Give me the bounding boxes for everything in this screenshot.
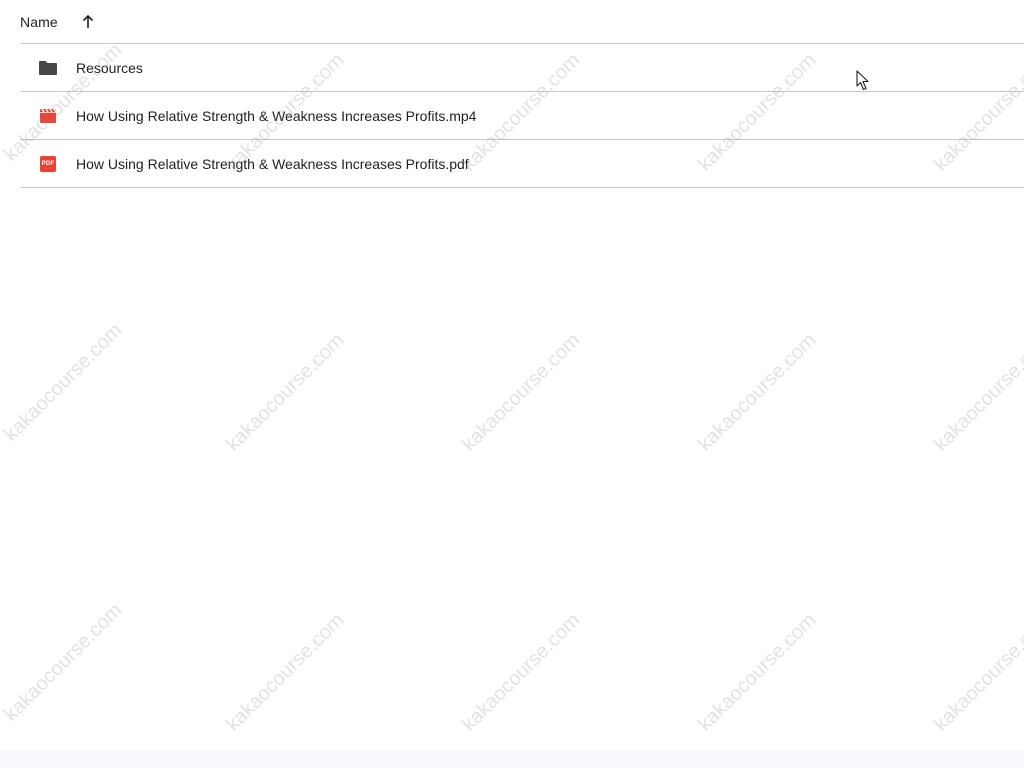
name-column-header[interactable]: Name [20,14,58,30]
watermark: kakaocourse.com [930,609,1024,736]
watermark: kakaocourse.com [694,609,821,736]
bottom-bar [0,750,1024,768]
watermark: kakaocourse.com [694,329,821,456]
pdf-badge: PDF [40,155,56,172]
file-list: Name Resources How Using Relative Streng… [20,0,1024,188]
watermark: kakaocourse.com [458,329,585,456]
video-file-icon [38,106,58,126]
drive-file-list-page: Name Resources How Using Relative Streng… [0,0,1024,768]
file-name: Resources [76,59,143,76]
file-row-mp4[interactable]: How Using Relative Strength & Weakness I… [20,92,1024,140]
watermark: kakaocourse.com [222,329,349,456]
watermark: kakaocourse.com [930,329,1024,456]
watermark: kakaocourse.com [222,609,349,736]
sort-direction-button[interactable] [76,10,100,34]
file-row-resources[interactable]: Resources [20,44,1024,92]
watermark: kakaocourse.com [0,599,127,726]
watermark: kakaocourse.com [0,319,127,446]
file-name: How Using Relative Strength & Weakness I… [76,107,477,124]
column-header-row: Name [20,0,1024,44]
arrow-up-icon [82,14,93,28]
watermark: kakaocourse.com [458,609,585,736]
folder-icon [38,58,58,78]
pdf-file-icon: PDF [38,154,58,174]
file-row-pdf[interactable]: PDF How Using Relative Strength & Weakne… [20,140,1024,188]
file-name: How Using Relative Strength & Weakness I… [76,155,469,172]
